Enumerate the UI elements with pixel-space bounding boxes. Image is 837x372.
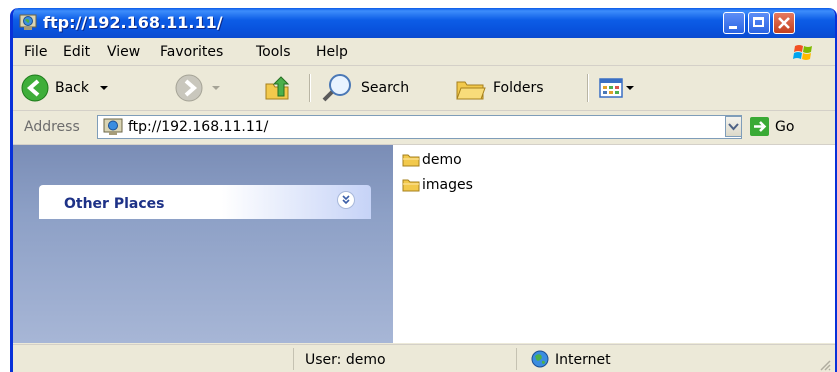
- go-arrow-icon: [754, 121, 767, 132]
- address-value: ftp://192.168.11.11/: [128, 119, 269, 135]
- menu-favorites[interactable]: Favorites: [160, 44, 223, 60]
- go-label[interactable]: Go: [775, 119, 794, 135]
- up-folder-button[interactable]: [263, 66, 291, 110]
- file-name: demo: [422, 152, 462, 168]
- close-button[interactable]: [773, 12, 795, 34]
- back-label: Back: [55, 80, 89, 96]
- forward-arrow-icon: [175, 74, 203, 102]
- views-button[interactable]: [599, 66, 634, 110]
- status-user: User: demo: [305, 352, 386, 368]
- folders-button[interactable]: Folders: [455, 66, 544, 110]
- windows-logo-icon: [793, 45, 812, 60]
- status-zone: Internet: [555, 352, 611, 368]
- go-button[interactable]: [750, 117, 769, 136]
- title-bar[interactable]: ftp://192.168.11.11/: [13, 8, 835, 38]
- resize-grip-icon[interactable]: [819, 359, 831, 371]
- forward-button[interactable]: [175, 66, 221, 110]
- maximize-button[interactable]: [748, 12, 770, 34]
- list-item[interactable]: images: [402, 177, 473, 193]
- list-item[interactable]: demo: [402, 152, 462, 168]
- other-places-header[interactable]: Other Places: [39, 185, 371, 219]
- back-button[interactable]: Back: [21, 66, 109, 110]
- menu-help[interactable]: Help: [316, 44, 348, 60]
- views-grid-icon: [599, 78, 623, 98]
- other-places-title: Other Places: [64, 196, 165, 212]
- expand-button[interactable]: [337, 191, 355, 209]
- ftp-globe-icon: [19, 14, 37, 30]
- folder-icon: [402, 179, 420, 192]
- window-title: ftp://192.168.11.11/: [43, 13, 223, 32]
- menu-file[interactable]: File: [24, 44, 47, 60]
- ftp-globe-icon: [103, 118, 123, 135]
- address-input[interactable]: ftp://192.168.11.11/: [97, 115, 742, 139]
- minimize-button[interactable]: [723, 12, 745, 34]
- search-button[interactable]: Search: [321, 66, 409, 110]
- chevron-down-icon[interactable]: [626, 85, 634, 91]
- search-label: Search: [361, 80, 410, 96]
- up-folder-icon: [265, 76, 290, 100]
- toolbar-separator: [587, 74, 589, 102]
- toolbar-separator: [309, 74, 311, 102]
- close-icon: [778, 17, 790, 29]
- back-arrow-icon: [21, 74, 49, 102]
- file-list: demo images: [393, 145, 835, 343]
- status-bar: User: demo Internet: [13, 344, 835, 372]
- status-divider: [516, 348, 517, 370]
- task-pane: Other Places: [13, 145, 393, 343]
- folders-label: Folders: [493, 80, 544, 96]
- address-bar: Address ftp://192.168.11.11/ Go: [13, 112, 835, 145]
- folder-icon: [402, 154, 420, 167]
- internet-globe-icon: [531, 350, 549, 368]
- folders-icon: [456, 81, 486, 100]
- chevron-down-icon[interactable]: [211, 85, 221, 91]
- explorer-window: ftp://192.168.11.11/ File Edit View Favo…: [10, 8, 837, 372]
- double-chevron-down-icon: [342, 195, 350, 205]
- chevron-down-icon[interactable]: [99, 85, 109, 91]
- address-dropdown-button[interactable]: [725, 116, 742, 137]
- chevron-down-icon: [728, 123, 739, 131]
- menu-bar: File Edit View Favorites Tools Help: [13, 38, 835, 66]
- toolbar: Back Search Folders: [13, 66, 835, 111]
- status-divider: [293, 348, 294, 370]
- menu-tools[interactable]: Tools: [256, 44, 291, 60]
- file-name: images: [422, 177, 473, 193]
- address-label: Address: [24, 119, 80, 135]
- menu-view[interactable]: View: [107, 44, 140, 60]
- search-icon: [322, 74, 351, 102]
- menu-edit[interactable]: Edit: [63, 44, 90, 60]
